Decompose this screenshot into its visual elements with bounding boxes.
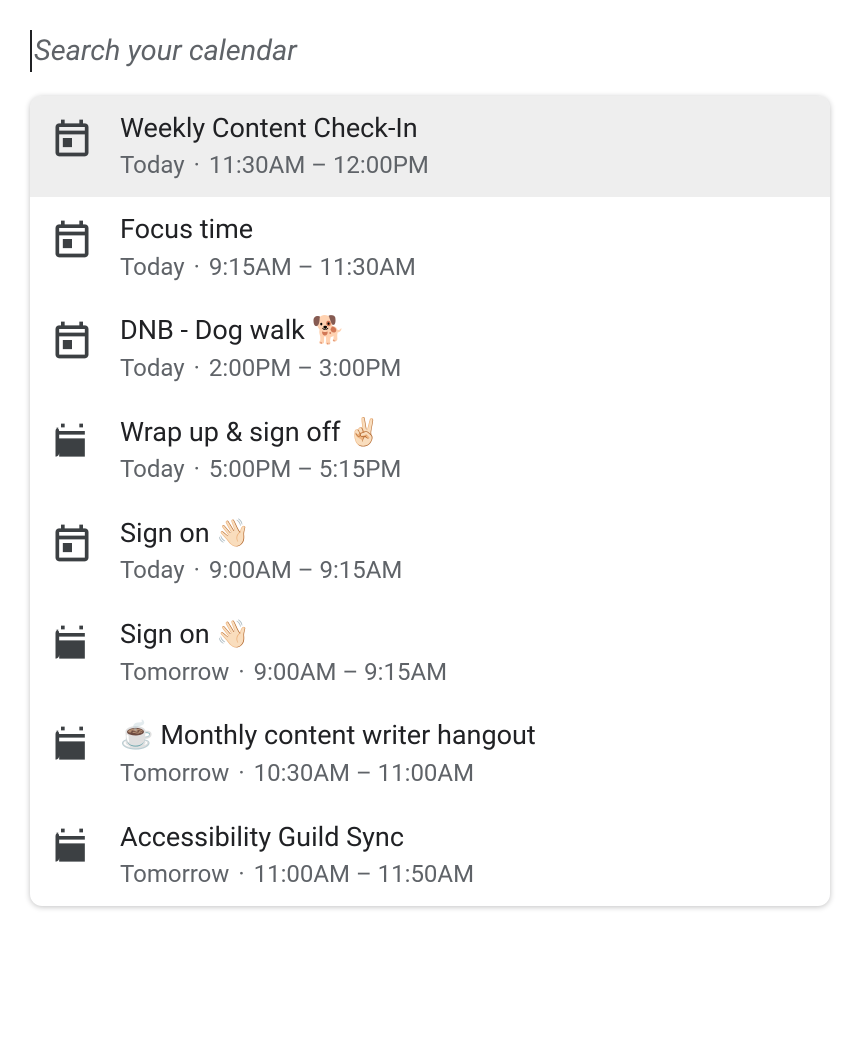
search-result-item[interactable]: ☕ Monthly content writer hangout Tomorro… (30, 703, 830, 804)
calendar-event-icon (50, 420, 94, 464)
search-result-meta: Tomorrow · 9:00AM – 9:15AM (120, 655, 447, 690)
search-input[interactable] (30, 30, 830, 72)
search-result-text: Weekly Content Check-In Today · 11:30AM … (120, 110, 429, 183)
search-result-meta: Tomorrow · 10:30AM – 11:00AM (120, 756, 536, 791)
search-result-item[interactable]: Sign on 👋🏻 Tomorrow · 9:00AM – 9:15AM (30, 602, 830, 703)
search-result-meta: Today · 11:30AM – 12:00PM (120, 148, 429, 183)
search-result-meta: Today · 9:15AM – 11:30AM (120, 250, 416, 285)
search-result-item[interactable]: Weekly Content Check-In Today · 11:30AM … (30, 96, 830, 197)
search-result-text: Focus time Today · 9:15AM – 11:30AM (120, 211, 416, 284)
calendar-event-icon (50, 217, 94, 261)
search-result-title: DNB - Dog walk 🐕 (120, 312, 401, 348)
search-result-text: Sign on 👋🏻 Today · 9:00AM – 9:15AM (120, 515, 402, 588)
search-result-item[interactable]: Accessibility Guild Sync Tomorrow · 11:0… (30, 805, 830, 906)
search-result-item[interactable]: Sign on 👋🏻 Today · 9:00AM – 9:15AM (30, 501, 830, 602)
calendar-event-icon (50, 318, 94, 362)
search-result-meta: Tomorrow · 11:00AM – 11:50AM (120, 857, 474, 892)
search-result-title: Sign on 👋🏻 (120, 616, 447, 652)
search-result-text: ☕ Monthly content writer hangout Tomorro… (120, 717, 536, 790)
search-result-meta: Today · 9:00AM – 9:15AM (120, 553, 402, 588)
search-result-text: DNB - Dog walk 🐕 Today · 2:00PM – 3:00PM (120, 312, 401, 385)
search-result-item[interactable]: DNB - Dog walk 🐕 Today · 2:00PM – 3:00PM (30, 298, 830, 399)
search-result-item[interactable]: Focus time Today · 9:15AM – 11:30AM (30, 197, 830, 298)
search-result-meta: Today · 2:00PM – 3:00PM (120, 351, 401, 386)
search-result-meta: Today · 5:00PM – 5:15PM (120, 452, 401, 487)
search-result-item[interactable]: Wrap up & sign off ✌🏻 Today · 5:00PM – 5… (30, 400, 830, 501)
search-result-text: Sign on 👋🏻 Tomorrow · 9:00AM – 9:15AM (120, 616, 447, 689)
calendar-event-icon (50, 521, 94, 565)
calendar-event-icon (50, 116, 94, 160)
search-result-text: Wrap up & sign off ✌🏻 Today · 5:00PM – 5… (120, 414, 401, 487)
search-result-title: Accessibility Guild Sync (120, 819, 474, 855)
calendar-event-icon (50, 825, 94, 869)
search-results-card: Weekly Content Check-In Today · 11:30AM … (30, 96, 830, 906)
search-result-title: Sign on 👋🏻 (120, 515, 402, 551)
calendar-event-icon (50, 723, 94, 767)
search-result-text: Accessibility Guild Sync Tomorrow · 11:0… (120, 819, 474, 892)
calendar-event-icon (50, 622, 94, 666)
search-result-title: ☕ Monthly content writer hangout (120, 717, 536, 753)
search-result-title: Wrap up & sign off ✌🏻 (120, 414, 401, 450)
search-result-title: Weekly Content Check-In (120, 110, 429, 146)
search-result-title: Focus time (120, 211, 416, 247)
